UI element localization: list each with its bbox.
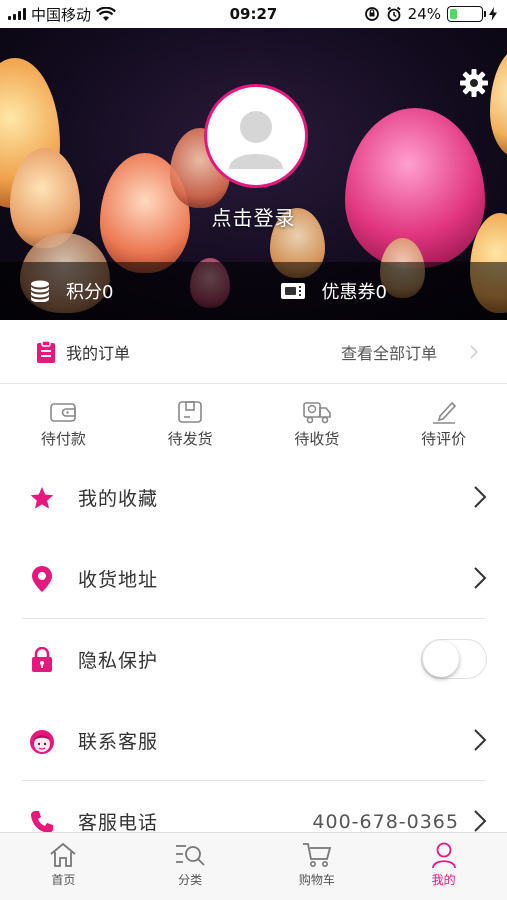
menu-item-favorites[interactable]: 我的收藏 (0, 457, 507, 538)
menu-item-label: 我的收藏 (78, 488, 159, 510)
chevron-right-icon (474, 729, 487, 751)
points-label: 积分0 (66, 282, 114, 303)
coupons-stat[interactable]: 优惠券0 (254, 278, 507, 304)
wallet-icon (50, 403, 77, 422)
battery-percent: 24% (407, 5, 441, 23)
order-status-pending-shipment[interactable]: 待发货 (127, 385, 254, 457)
user-placeholder-icon (229, 111, 283, 169)
menu-item-privacy: 隐私保护 (0, 619, 507, 700)
order-status-label: 待收货 (294, 430, 340, 448)
my-orders-row[interactable]: 我的订单 查看全部订单 (0, 320, 507, 384)
bottom-tab-bar: 首页 分类 购物车 我的 (0, 832, 507, 900)
tab-home[interactable]: 首页 (0, 833, 127, 900)
chevron-right-icon (474, 567, 487, 589)
menu-item-label: 隐私保护 (78, 650, 159, 672)
lantern-decoration (490, 48, 507, 158)
points-coupons-bar: 积分0 优惠券0 (0, 262, 507, 320)
order-status-row: 待付款 待发货 待收货 待评价 (0, 385, 507, 457)
coins-icon (31, 280, 49, 302)
menu-item-customer-service[interactable]: 联系客服 (0, 700, 507, 781)
login-link[interactable]: 点击登录 (0, 202, 507, 231)
points-stat[interactable]: 积分0 (0, 278, 254, 304)
category-search-icon (176, 845, 205, 866)
status-bar: 中国移动 09:27 24% (0, 0, 507, 28)
order-status-pending-payment[interactable]: 待付款 (0, 385, 127, 457)
view-all-orders-link[interactable]: 查看全部订单 (341, 340, 437, 364)
pen-icon (432, 401, 456, 424)
tab-label: 我的 (431, 873, 456, 887)
tab-cart[interactable]: 购物车 (254, 833, 381, 900)
profile-header: 点击登录 积分0 优惠券0 (0, 28, 507, 320)
order-status-label: 待发货 (167, 430, 213, 448)
tab-label: 首页 (51, 873, 76, 887)
avatar[interactable] (204, 84, 308, 188)
phone-number: 400-678-0365 (312, 810, 459, 833)
padlock-icon (32, 646, 52, 672)
charging-icon (489, 7, 497, 21)
menu-item-label: 收货地址 (78, 569, 159, 591)
order-status-pending-receipt[interactable]: 待收货 (254, 385, 381, 457)
my-orders-title: 我的订单 (66, 343, 131, 363)
tab-label: 购物车 (298, 873, 335, 887)
order-status-pending-review[interactable]: 待评价 (380, 385, 507, 457)
location-pin-icon (32, 565, 52, 592)
cart-icon (302, 843, 332, 867)
menu-list: 我的收藏 收货地址 隐私保护 联系客服 客服电话 400-678-0365 (0, 457, 507, 862)
clipboard-icon (37, 339, 55, 363)
menu-item-label: 联系客服 (78, 731, 159, 753)
chevron-right-icon (474, 486, 487, 508)
user-icon (431, 842, 456, 869)
order-status-label: 待付款 (40, 430, 86, 448)
rotation-lock-icon (364, 7, 379, 21)
tab-category[interactable]: 分类 (127, 833, 254, 900)
chevron-right-icon (474, 810, 487, 832)
privacy-toggle[interactable] (421, 639, 487, 679)
phone-icon (31, 810, 53, 833)
coupon-icon (280, 283, 305, 299)
menu-item-label: 客服电话 (78, 812, 159, 834)
package-icon (178, 401, 202, 423)
alarm-icon (387, 6, 401, 22)
star-icon (30, 486, 54, 509)
order-status-label: 待评价 (421, 430, 467, 448)
home-icon (50, 842, 76, 867)
menu-item-address[interactable]: 收货地址 (0, 538, 507, 619)
settings-gear-icon[interactable] (459, 68, 489, 98)
tab-mine[interactable]: 我的 (380, 833, 507, 900)
battery-icon (447, 6, 486, 22)
tab-label: 分类 (178, 873, 203, 887)
chevron-right-icon (470, 345, 479, 359)
truck-icon (303, 402, 331, 424)
coupons-label: 优惠券0 (321, 282, 387, 303)
customer-service-agent-icon (30, 729, 54, 754)
toggle-knob (423, 641, 459, 677)
